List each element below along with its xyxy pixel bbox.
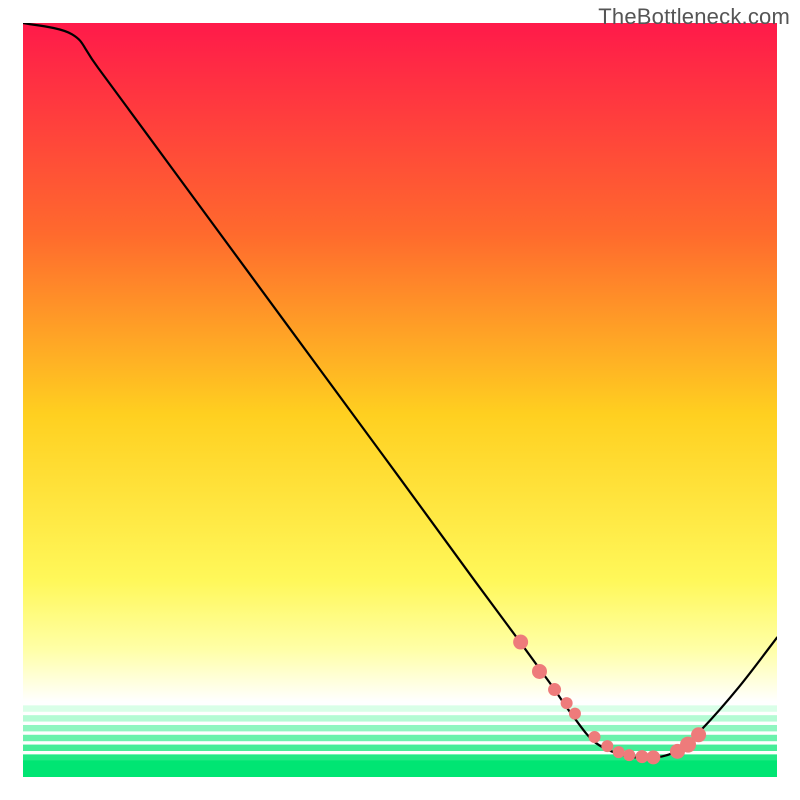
valley-marker [548, 683, 561, 696]
valley-marker [691, 727, 706, 742]
valley-marker [623, 749, 635, 761]
green-bottom [23, 760, 777, 777]
plot-svg [23, 23, 777, 777]
plot-area [23, 23, 777, 777]
valley-marker [532, 664, 547, 679]
valley-marker [646, 750, 660, 764]
valley-marker [561, 697, 573, 709]
valley-marker [513, 635, 528, 650]
chart-stage: TheBottleneck.com [0, 0, 800, 800]
valley-marker [589, 731, 601, 743]
gradient-background [23, 23, 777, 777]
valley-marker [601, 740, 613, 752]
valley-marker [613, 746, 625, 758]
valley-marker [569, 708, 581, 720]
watermark-text: TheBottleneck.com [598, 4, 790, 30]
